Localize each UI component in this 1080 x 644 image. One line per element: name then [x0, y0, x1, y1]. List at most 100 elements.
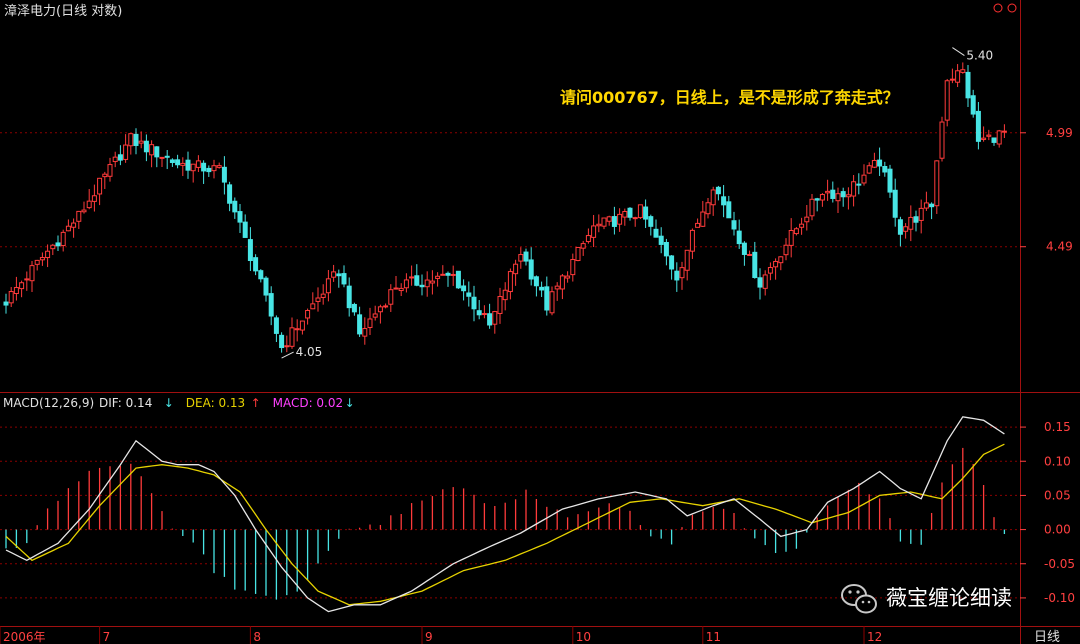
candle-body	[877, 159, 883, 167]
candle-body	[143, 140, 149, 153]
candle-body	[377, 306, 383, 313]
candle-body	[892, 189, 898, 218]
candle-body	[362, 328, 368, 337]
candle-body	[965, 71, 971, 99]
candle-body	[388, 289, 394, 305]
candle-body	[507, 271, 513, 293]
candle-body	[674, 270, 680, 281]
candle-body	[793, 228, 799, 235]
candle-body	[497, 296, 503, 314]
watermark-text: 薇宝缠论细读	[886, 586, 1012, 610]
candle-body	[242, 221, 248, 238]
candle-body	[91, 195, 97, 202]
candle-body	[606, 216, 612, 222]
candle-body	[284, 345, 290, 348]
candle-body	[804, 216, 810, 223]
candle-body	[455, 270, 461, 289]
candle-body	[34, 259, 40, 265]
chart-background	[0, 0, 1080, 644]
candle-body	[939, 121, 945, 159]
candle-body	[580, 243, 586, 249]
candle-body	[445, 272, 451, 276]
candle-body	[466, 292, 472, 297]
candle-body	[845, 194, 851, 198]
macd-legend-arrow: ↑	[251, 396, 261, 410]
candle-body	[461, 285, 467, 292]
candle-body	[929, 203, 935, 208]
candle-body	[29, 265, 35, 282]
candle-body	[294, 328, 300, 331]
candle-body	[403, 279, 409, 289]
candle-body	[705, 202, 711, 215]
candle-body	[695, 222, 701, 228]
candle-body	[866, 165, 872, 174]
candle-body	[237, 211, 243, 223]
candle-body	[851, 181, 857, 197]
candle	[455, 270, 461, 289]
candle-body	[492, 311, 498, 325]
candle-body	[357, 314, 363, 335]
price-tick-label: 4.49	[1046, 240, 1073, 254]
time-tick-label: 12	[867, 630, 882, 644]
time-tick-label: 10	[576, 630, 591, 644]
candle-body	[133, 133, 139, 146]
candle-body	[346, 285, 352, 309]
time-tick-label: 11	[706, 630, 721, 644]
candle-body	[825, 190, 831, 194]
candle-body	[949, 78, 955, 81]
candle-body	[315, 297, 321, 302]
macd-legend-arrow: ↓	[164, 396, 174, 410]
candle-body	[258, 270, 264, 280]
macd-tick-label: 0.05	[1044, 488, 1071, 502]
candle-body	[409, 276, 415, 279]
candle-body	[19, 282, 25, 290]
candle-body	[154, 146, 160, 158]
macd-tick-label: -0.10	[1044, 591, 1075, 605]
candle-body	[611, 216, 617, 227]
candle-body	[627, 207, 633, 218]
candle-body	[429, 280, 435, 284]
candle-body	[1001, 130, 1007, 133]
candle-body	[975, 110, 981, 142]
candle-body	[799, 223, 805, 228]
candle-body	[206, 167, 212, 173]
candle-body	[913, 216, 919, 223]
candle-body	[175, 159, 181, 166]
candle-body	[13, 287, 19, 295]
candle-body	[544, 286, 550, 311]
candle-body	[700, 211, 706, 227]
candle-body	[481, 313, 487, 316]
candle-body	[39, 257, 45, 261]
candle-body	[325, 278, 331, 294]
candle-body	[528, 259, 534, 280]
candle-body	[653, 228, 659, 238]
candle-body	[55, 242, 61, 247]
candle-body	[622, 210, 628, 218]
time-tick-label: 2006年	[3, 630, 46, 644]
candle-body	[762, 274, 768, 289]
macd-legend-item: DEA: 0.13	[186, 396, 245, 410]
candle-body	[783, 244, 789, 256]
candle-body	[190, 163, 196, 172]
candle-body	[679, 267, 685, 279]
candle-body	[393, 287, 399, 290]
candle	[934, 160, 940, 214]
candle-body	[518, 254, 524, 262]
candle-body	[180, 162, 186, 166]
candle-body	[663, 241, 669, 257]
macd-legend-item: MACD: 0.02	[273, 396, 344, 410]
macd-tick-label: 0.10	[1044, 454, 1071, 468]
candle-body	[981, 137, 987, 140]
candle-body	[476, 310, 482, 316]
candle-body	[575, 246, 581, 262]
candle-body	[471, 296, 477, 310]
candle-body	[533, 276, 539, 287]
candle-body	[601, 217, 607, 227]
candle-body	[435, 275, 441, 279]
candle-body	[513, 263, 519, 275]
candle	[939, 116, 945, 162]
candle-body	[169, 159, 175, 163]
candle	[575, 246, 581, 262]
candle-body	[731, 220, 737, 230]
candle-body	[918, 207, 924, 221]
